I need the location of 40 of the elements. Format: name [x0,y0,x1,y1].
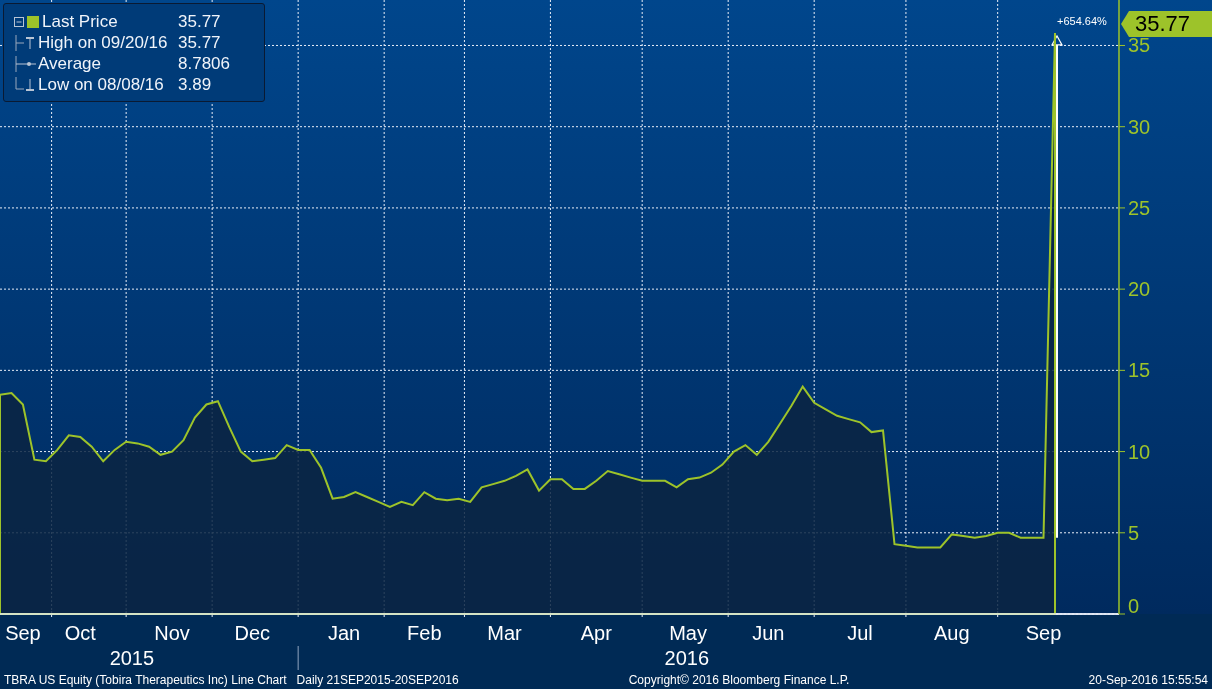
legend-value: 35.77 [178,12,222,32]
series-swatch [27,16,39,28]
last-price-tag: 35.77 [1121,11,1212,37]
y-axis-label: 5 [1128,521,1140,544]
average-marker-icon [14,56,38,72]
x-axis-label: Jun [752,622,785,644]
legend-value: 35.77 [178,33,222,53]
change-label: +654.64% [1057,14,1107,27]
legend-label: High on 09/20/16 [38,33,168,53]
x-axis-label: Apr [580,622,612,644]
legend-label: Last Price [42,12,118,32]
x-axis-label: May [669,622,707,644]
x-axis-label: Aug [934,622,970,644]
y-axis-label: 35 [1128,34,1151,57]
x-axis-label: Sep [1025,622,1062,644]
y-axis-label: 15 [1128,359,1151,382]
chart-description: TBRA US Equity (Tobira Therapeutics Inc) Line Chart [4,672,287,687]
collapse-square-icon [14,17,24,27]
x-axis-label: Dec [234,622,271,644]
year-label: 2015 [109,647,155,669]
chart-period: Daily 21SEP2015-20SEP2016 [296,672,459,687]
x-axis-label: Oct [64,622,96,644]
x-axis-label: Nov [154,622,190,644]
y-axis-label: 20 [1128,278,1151,301]
y-axis-label: 25 [1128,196,1151,219]
x-axis-label: Mar [487,622,522,644]
timestamp: 20-Sep-2016 15:55:54 [1088,672,1208,687]
x-axis-label: Sep [5,622,41,644]
year-label: 2016 [664,647,709,669]
copyright-text: Copyright© 2016 Bloomberg Finance L.P. [628,672,850,687]
x-axis-label: Jan [327,622,361,644]
legend-label: Low on 08/08/16 [38,75,164,95]
legend-value: 8.7806 [178,54,231,74]
y-axis-label: 30 [1128,115,1151,138]
y-axis-label: 0 [1128,595,1140,617]
legend-label: Average [38,54,101,74]
x-axis-label: Feb [407,622,442,644]
legend-value: 3.89 [178,75,213,95]
x-axis-label: Jul [847,622,873,644]
y-axis-label: 10 [1128,440,1151,463]
